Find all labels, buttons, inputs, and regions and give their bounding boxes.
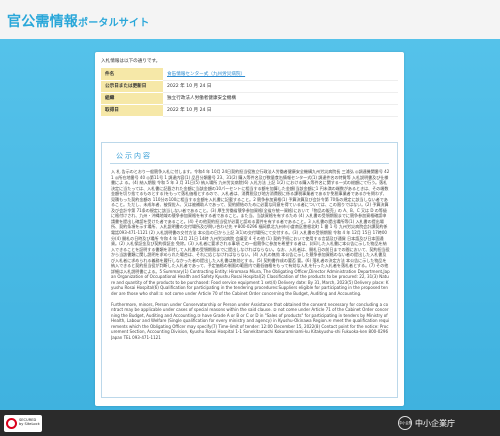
content-body: 入 札 告示のとおり一般競争入札に付します。令和4 年 10月 24日契約担当役… xyxy=(111,169,390,393)
site-title-main: 官公需情報 xyxy=(7,14,78,30)
publish-date-value: 2022 年 10 月 24 日 xyxy=(163,80,398,93)
content-heading: 公示内容 xyxy=(116,152,152,160)
bid-info-table: 件名 食缶情報センター式（九州労災病院） 公示日または更新日 2022 年 10… xyxy=(101,68,398,117)
subject-link[interactable]: 食缶情報センター式（九州労災病院） xyxy=(163,68,398,81)
table-row: 公示日または更新日 2022 年 10 月 24 日 xyxy=(101,80,398,93)
sitelock-text: SECURED by SiteLock xyxy=(19,418,40,426)
heading-divider xyxy=(110,163,389,164)
sme-agency-logo-icon[interactable]: 中小企業庁 xyxy=(398,416,412,430)
sitelock-icon xyxy=(6,418,17,429)
content-paragraph-japanese: 入 札 告示のとおり一般競争入札に付します。令和4 年 10月 24日契約担当役… xyxy=(111,169,390,297)
site-logo-title[interactable]: 官公需情報ポータルサイト xyxy=(7,11,149,31)
acquired-date-value: 2022 年 10 月 24 日 xyxy=(163,104,398,117)
organization-value: 独立行政法人労働者健康安全機構 xyxy=(163,92,398,105)
content-paragraph-english: Furthermore, minors, Person under Conser… xyxy=(111,301,390,340)
site-title-sub: ポータルサイト xyxy=(78,18,150,29)
notice-text: 入札情報は以下の通りです。 xyxy=(101,59,161,64)
row-label-subject: 件名 xyxy=(101,68,163,81)
table-row: 件名 食缶情報センター式（九州労災病院） xyxy=(101,68,398,81)
sitelock-badge[interactable]: SECURED by SiteLock xyxy=(4,415,42,432)
table-row: 取得日 2022 年 10 月 24 日 xyxy=(101,104,398,117)
site-header: 官公需情報ポータルサイト xyxy=(0,0,500,39)
row-label-acquired-date: 取得日 xyxy=(101,104,163,117)
sme-agency-link[interactable]: 中小企業庁 xyxy=(415,418,455,429)
row-label-organization: 組織 xyxy=(101,92,163,105)
table-row: 組織 独立行政法人労働者健康安全機構 xyxy=(101,92,398,105)
row-label-publish-date: 公示日または更新日 xyxy=(101,80,163,93)
site-footer: SECURED by SiteLock 中小企業庁 中小企業庁 xyxy=(0,410,500,436)
notice-content-section: 公示内容 入 札 告示のとおり一般競争入札に付します。令和4 年 10月 24日… xyxy=(101,142,398,398)
sitelock-line2: by SiteLock xyxy=(19,422,40,427)
bid-detail-card: 入札情報は以下の通りです。 件名 食缶情報センター式（九州労災病院） 公示日また… xyxy=(95,52,404,406)
